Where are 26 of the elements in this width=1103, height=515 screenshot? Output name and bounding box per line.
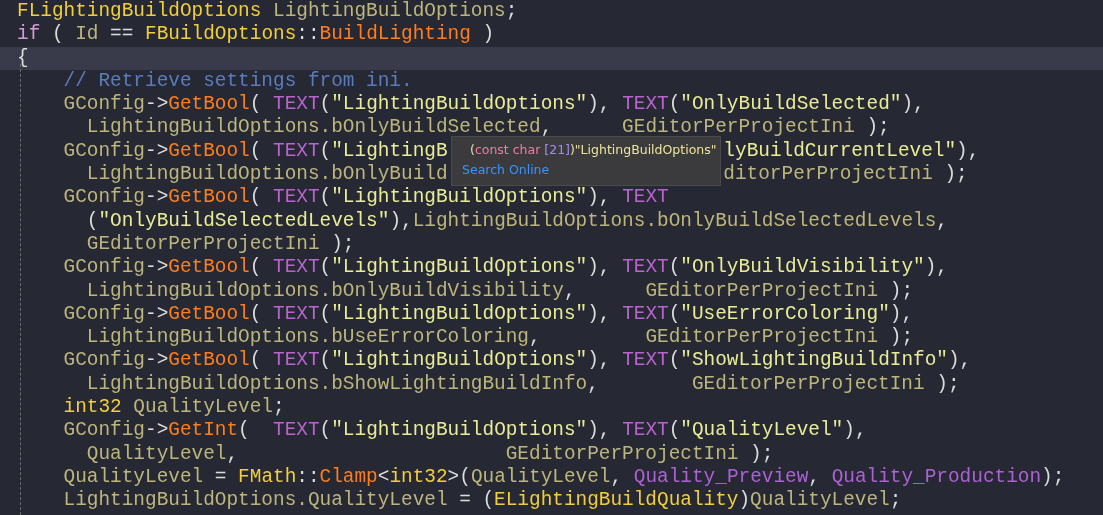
code-line: FLightingBuildOptions LightingBuildOptions; — [16, 0, 519, 24]
code-line: LightingBuildOptions.bUseErrorColoring, GEditorPerProjectIni ); — [85, 326, 915, 350]
code-text: ditorPerProjectIni ); — [723, 163, 968, 186]
code-line: LightingBuildOptions.bShowLightingBuildInfo, GEditorPerProjectIni ); — [85, 372, 961, 397]
code-line: QualityLevel = FMath::Clamp<int32>(QualityLevel, Quality_Preview, Quality_Production); — [62, 465, 1066, 490]
code-line: LightingBuildOptions.bOnlyBuildVisibility, GEditorPerProjectIni ); — [85, 279, 915, 303]
search-online-link[interactable]: Search Online — [462, 162, 550, 177]
code-line: // Retrieve settings from ini. — [62, 69, 414, 94]
code-text: LightingBuildOptions.bOnlyBuild — [85, 163, 448, 186]
code-line: GConfig->GetBool( TEXT("LightingBuildOptions"), TEXT("OnlyBuildVisibility"), — [62, 256, 949, 280]
code-text: lyBuildCurrentLevel"), — [723, 139, 980, 162]
code-editor[interactable] — [0, 0, 1103, 515]
code-line: int32 QualityLevel; — [62, 396, 286, 420]
code-line: GEditorPerProjectIni ); — [85, 232, 356, 257]
code-line: GConfig->GetInt( TEXT("LightingBuildOptions"), TEXT("QualityLevel"), — [62, 419, 868, 443]
type-signature: (const char [21])"LightingBuildOptions" — [470, 142, 717, 157]
code-line: GConfig->GetBool( TEXT("LightingBuildOptions"), TEXT("UseErrorColoring"), — [62, 302, 915, 327]
code-line: LightingBuildOptions.QualityLevel = (ELightingBuildQuality)QualityLevel; — [62, 489, 903, 513]
code-line: GConfig->GetBool( TEXT("LightingBuildOptions"), TEXT("OnlyBuildSelected"), — [62, 93, 926, 117]
code-line: LightingBuildOptions.bOnlyBuildSelected, GEditorPerProjectIni ); — [85, 116, 891, 140]
code-line: if ( Id == FBuildOptions::BuildLighting ) — [16, 23, 496, 47]
code-line: ("OnlyBuildSelectedLevels"),LightingBuildOptions.bOnlyBuildSelectedLevels, — [85, 209, 949, 233]
code-line: QualityLevel, GEditorPerProjectIni ); — [85, 442, 775, 466]
code-text: GConfig->GetBool( TEXT("LightingB — [62, 139, 448, 162]
code-line: GConfig->GetBool( TEXT("LightingBuildOptions"), TEXT("ShowLightingBuildInfo"), — [62, 349, 973, 373]
code-line: GConfig->GetBool( TEXT("LightingBuildOptions"), TEXT — [62, 186, 670, 210]
